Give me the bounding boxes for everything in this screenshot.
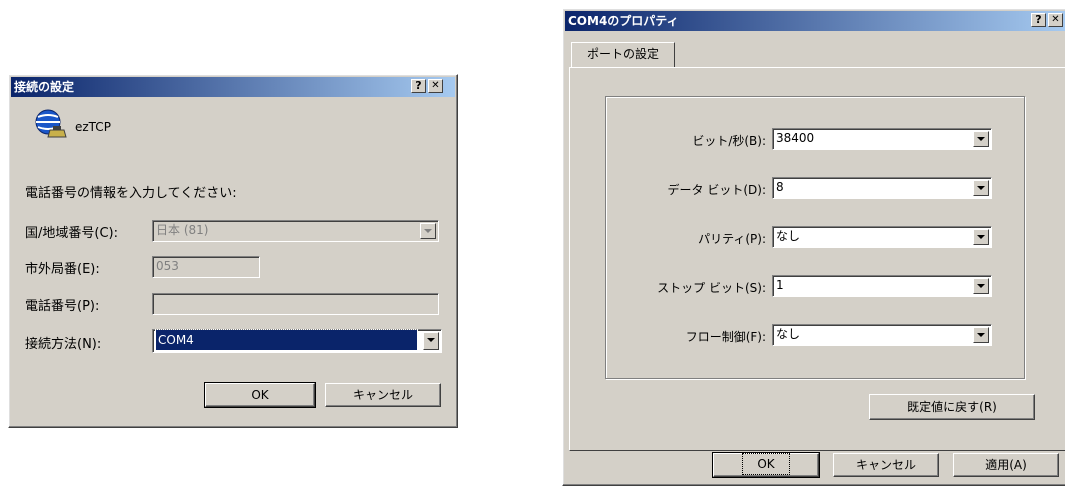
connect-dialog-titlebar[interactable]: 接続の設定 (11, 77, 455, 97)
data-bits-select[interactable]: 8 (772, 177, 992, 199)
restore-defaults-label: 既定値に戻す(R) (907, 400, 997, 414)
ok-button[interactable]: OK (712, 452, 820, 478)
parity-select[interactable]: なし (772, 226, 992, 248)
connection-name: ezTCP (75, 120, 111, 134)
ok-button-label: OK (742, 453, 790, 475)
country-code-label: 国/地域番号(C): (25, 226, 118, 241)
area-code-label: 市外局番(E): (25, 262, 100, 277)
bits-per-second-select[interactable]: 38400 (772, 128, 992, 150)
globe-phone-icon (33, 108, 67, 140)
chevron-down-icon[interactable] (423, 332, 439, 350)
area-code-input[interactable]: 053 (152, 256, 260, 278)
flow-control-select[interactable]: なし (772, 324, 992, 346)
chevron-down-icon[interactable] (973, 278, 989, 294)
ok-button-label: OK (251, 388, 269, 402)
port-dialog-title: COM4のプロパティ (568, 14, 679, 28)
restore-defaults-button[interactable]: 既定値に戻す(R) (869, 394, 1035, 420)
country-code-value: 日本 (81) (156, 223, 209, 237)
cancel-button-label: キャンセル (352, 388, 413, 402)
cancel-button[interactable]: キャンセル (833, 453, 939, 477)
help-button[interactable]: ? (1031, 13, 1046, 27)
phone-number-label: 電話番号(P): (25, 299, 100, 314)
parity-value: なし (776, 229, 801, 243)
instruction-text: 電話番号の情報を入力してください: (25, 186, 237, 201)
connect-dialog-title: 接続の設定 (14, 80, 75, 94)
chevron-down-icon[interactable] (973, 180, 989, 196)
chevron-down-icon[interactable] (973, 327, 989, 343)
cancel-button[interactable]: キャンセル (325, 383, 441, 407)
apply-button[interactable]: 適用(A) (953, 453, 1059, 477)
tab-port-settings-label: ポートの設定 (586, 47, 659, 61)
connect-settings-dialog: 接続の設定 ? ✕ ezTCP 電話番号の情報を入力してください: 国/地域番号… (8, 74, 458, 428)
ok-button[interactable]: OK (204, 382, 316, 408)
bits-per-second-label: ビット/秒(B): (692, 134, 766, 148)
close-button[interactable]: ✕ (1048, 13, 1063, 27)
chevron-down-icon[interactable] (973, 131, 989, 147)
stop-bits-select[interactable]: 1 (772, 275, 992, 297)
data-bits-label: データ ビット(D): (667, 183, 766, 197)
stop-bits-value: 1 (776, 278, 784, 292)
stop-bits-label: ストップ ビット(S): (657, 281, 766, 295)
country-code-select[interactable]: 日本 (81) (152, 220, 439, 242)
parity-label: パリティ(P): (698, 232, 766, 246)
connect-using-label: 接続方法(N): (25, 337, 102, 352)
help-button[interactable]: ? (411, 79, 426, 93)
data-bits-value: 8 (776, 180, 784, 194)
chevron-down-icon[interactable] (420, 223, 436, 239)
flow-control-value: なし (776, 327, 801, 341)
connect-using-select[interactable]: COM4 (152, 329, 442, 353)
cancel-button-label: キャンセル (855, 458, 916, 472)
apply-button-label: 適用(A) (985, 458, 1027, 472)
connect-using-value: COM4 (155, 329, 418, 351)
flow-control-label: フロー制御(F): (685, 330, 766, 344)
port-dialog-titlebar[interactable]: COM4のプロパティ (565, 11, 1065, 31)
phone-number-input[interactable] (152, 293, 439, 315)
com-port-properties-dialog: COM4のプロパティ ? ✕ ポートの設定 ビット/秒(B): 38400 デー… (562, 8, 1065, 486)
area-code-value: 053 (156, 259, 179, 273)
chevron-down-icon[interactable] (973, 229, 989, 245)
close-button[interactable]: ✕ (428, 79, 443, 93)
tab-port-settings[interactable]: ポートの設定 (571, 42, 675, 68)
bits-per-second-value: 38400 (776, 131, 815, 145)
